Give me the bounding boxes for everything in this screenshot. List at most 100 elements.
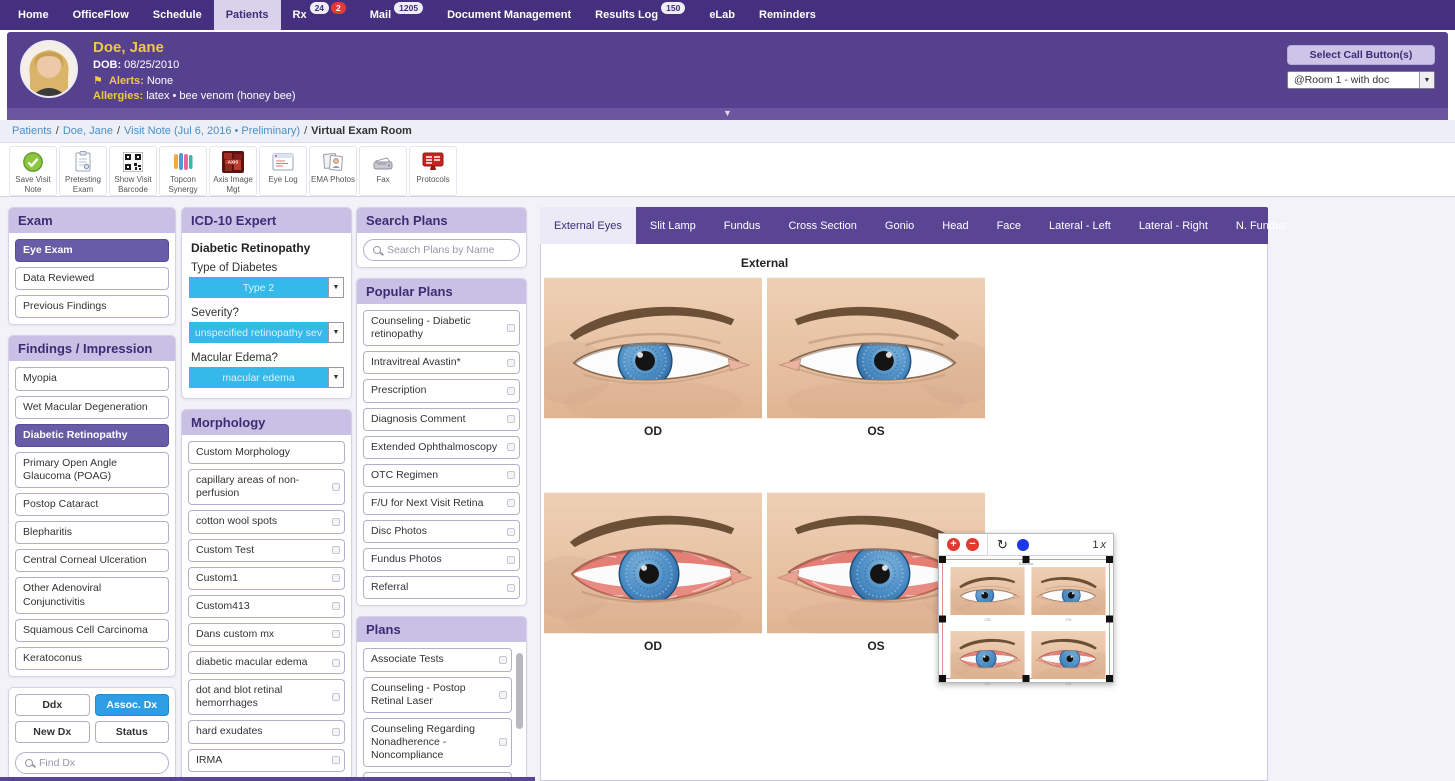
resize-handle[interactable] [939,616,946,623]
morphology-item[interactable]: Dans custom mx [188,623,345,646]
external-eyes-canvas[interactable]: External OD OS OD OS [540,244,1268,781]
popular-plan-item[interactable]: Disc Photos [363,520,520,543]
tab-gonio[interactable]: Gonio [871,207,928,244]
morphology-item[interactable]: diabetic macular edema [188,651,345,674]
exam-item-data-reviewed[interactable]: Data Reviewed [15,267,169,290]
breadcrumb-link-patients[interactable]: Patients [12,125,52,137]
finding-item[interactable]: Other Adenoviral Conjunctivitis [15,577,169,613]
morphology-item[interactable]: IRMA [188,749,345,772]
finding-item-diabetic-retinopathy[interactable]: Diabetic Retinopathy [15,424,169,447]
morphology-item[interactable]: Custom Morphology [188,441,345,464]
finding-item[interactable]: Squamous Cell Carcinoma [15,619,169,642]
dropdown-arrow-icon[interactable]: ▼ [328,367,344,388]
severity-select[interactable]: unspecified retinopathy sev ▼ [189,322,344,343]
popular-plan-item[interactable]: Diagnosis Comment [363,408,520,431]
eye-log-button[interactable]: Eye Log [259,146,307,196]
popular-plan-item[interactable]: F/U for Next Visit Retina [363,492,520,515]
popular-plan-item[interactable]: Extended Ophthalmoscopy [363,436,520,459]
axis-image-mgt-button[interactable]: AXIS Axis Image Mgt [209,146,257,196]
exam-item-previous-findings[interactable]: Previous Findings [15,295,169,318]
finding-item[interactable]: Postop Cataract [15,493,169,516]
tab-external-eyes[interactable]: External Eyes [540,207,636,244]
nav-item-schedule[interactable]: Schedule [141,0,214,30]
morphology-item[interactable]: hard exudates [188,720,345,743]
breadcrumb-link-patient[interactable]: Doe, Jane [63,125,113,137]
tab-lateral-right[interactable]: Lateral - Right [1125,207,1222,244]
tab-face[interactable]: Face [983,207,1035,244]
resize-handle[interactable] [1106,675,1113,682]
tab-slit-lamp[interactable]: Slit Lamp [636,207,710,244]
popular-plan-item[interactable]: Counseling - Diabetic retinopathy [363,310,520,346]
zoom-palette-window[interactable]: + − ↻ 1x External OD OS OD OS [938,533,1114,683]
protocols-button[interactable]: Protocols [409,146,457,196]
nav-item-rx[interactable]: Rx 24 2 [281,0,358,30]
ema-photos-button[interactable]: EMA Photos [309,146,357,196]
resize-handle[interactable] [1023,675,1030,682]
morphology-item[interactable]: Custom413 [188,595,345,618]
finding-item[interactable]: Central Corneal Ulceration [15,549,169,572]
finding-item[interactable]: Primary Open Angle Glaucoma (POAG) [15,452,169,488]
fax-button[interactable]: Fax [359,146,407,196]
eye-image-od-top[interactable]: OD [544,277,762,438]
resize-handle[interactable] [1106,556,1113,563]
search-plans-input[interactable] [387,244,510,256]
show-visit-barcode-button[interactable]: Show Visit Barcode [109,146,157,196]
tab-n-fundus[interactable]: N. Fundus [1222,207,1301,244]
zoom-thumbnail-area[interactable]: External OD OS OD OS [942,559,1110,679]
popular-plan-item[interactable]: Referral [363,576,520,599]
dropdown-arrow-icon[interactable]: ▼ [328,322,344,343]
popular-plan-item[interactable]: OTC Regimen [363,464,520,487]
blue-marker-icon[interactable] [1017,539,1029,551]
zoom-out-button[interactable]: − [966,538,979,551]
plan-item[interactable]: Associate Tests [363,648,512,671]
ddx-button[interactable]: Ddx [15,694,90,716]
eye-image-od-bottom[interactable]: OD [544,492,762,653]
macular-edema-select[interactable]: macular edema ▼ [189,367,344,388]
exam-item-eye-exam[interactable]: Eye Exam [15,239,169,262]
room-status-select[interactable]: @Room 1 - with doc ▼ [1287,71,1435,89]
nav-item-document-management[interactable]: Document Management [435,0,583,30]
find-dx-input[interactable] [39,757,159,769]
resize-handle[interactable] [1106,616,1113,623]
resize-handle[interactable] [939,556,946,563]
morphology-item[interactable]: capillary areas of non-perfusion [188,469,345,505]
morphology-item[interactable]: cotton wool spots [188,510,345,533]
plans-scrollbar[interactable] [516,653,523,729]
plan-item[interactable]: Counseling - Postop Retinal Laser [363,677,512,713]
nav-item-patients[interactable]: Patients [214,0,281,30]
breadcrumb-link-visit-note[interactable]: Visit Note (Jul 6, 2016 • Preliminary) [124,125,300,137]
eye-illustration[interactable] [544,277,762,419]
save-visit-note-button[interactable]: Save Visit Note [9,146,57,196]
morphology-item[interactable]: Custom1 [188,567,345,590]
popular-plan-item[interactable]: Intravitreal Avastin* [363,351,520,374]
finding-item[interactable]: Myopia [15,367,169,390]
eye-image-os-top[interactable]: OS [767,277,985,438]
assoc-dx-button[interactable]: Assoc. Dx [95,694,170,716]
morphology-item[interactable]: Custom Test [188,539,345,562]
nav-item-home[interactable]: Home [6,0,61,30]
finding-item[interactable]: Blepharitis [15,521,169,544]
select-call-buttons-button[interactable]: Select Call Button(s) [1287,45,1435,65]
pretesting-exam-button[interactable]: Pretesting Exam [59,146,107,196]
tab-cross-section[interactable]: Cross Section [774,207,870,244]
eye-illustration[interactable] [767,277,985,419]
new-dx-button[interactable]: New Dx [15,721,90,743]
zoom-in-button[interactable]: + [947,538,960,551]
nav-item-results-log[interactable]: Results Log 150 [583,0,697,30]
tab-lateral-left[interactable]: Lateral - Left [1035,207,1125,244]
plan-item[interactable]: Counseling Regarding Nonadherence - Nonc… [363,718,512,767]
resize-handle[interactable] [1023,556,1030,563]
tab-fundus[interactable]: Fundus [710,207,775,244]
nav-item-officeflow[interactable]: OfficeFlow [61,0,141,30]
nav-item-reminders[interactable]: Reminders [747,0,828,30]
topcon-synergy-button[interactable]: Topcon Synergy [159,146,207,196]
tab-head[interactable]: Head [928,207,982,244]
resize-handle[interactable] [939,675,946,682]
nav-item-mail[interactable]: Mail 1205 [358,0,435,30]
dropdown-arrow-icon[interactable]: ▼ [328,277,344,298]
nav-item-elab[interactable]: eLab [697,0,747,30]
morphology-item[interactable]: dot and blot retinal hemorrhages [188,679,345,715]
status-button[interactable]: Status [95,721,170,743]
finding-item[interactable]: Keratoconus [15,647,169,670]
eye-illustration[interactable] [544,492,762,634]
